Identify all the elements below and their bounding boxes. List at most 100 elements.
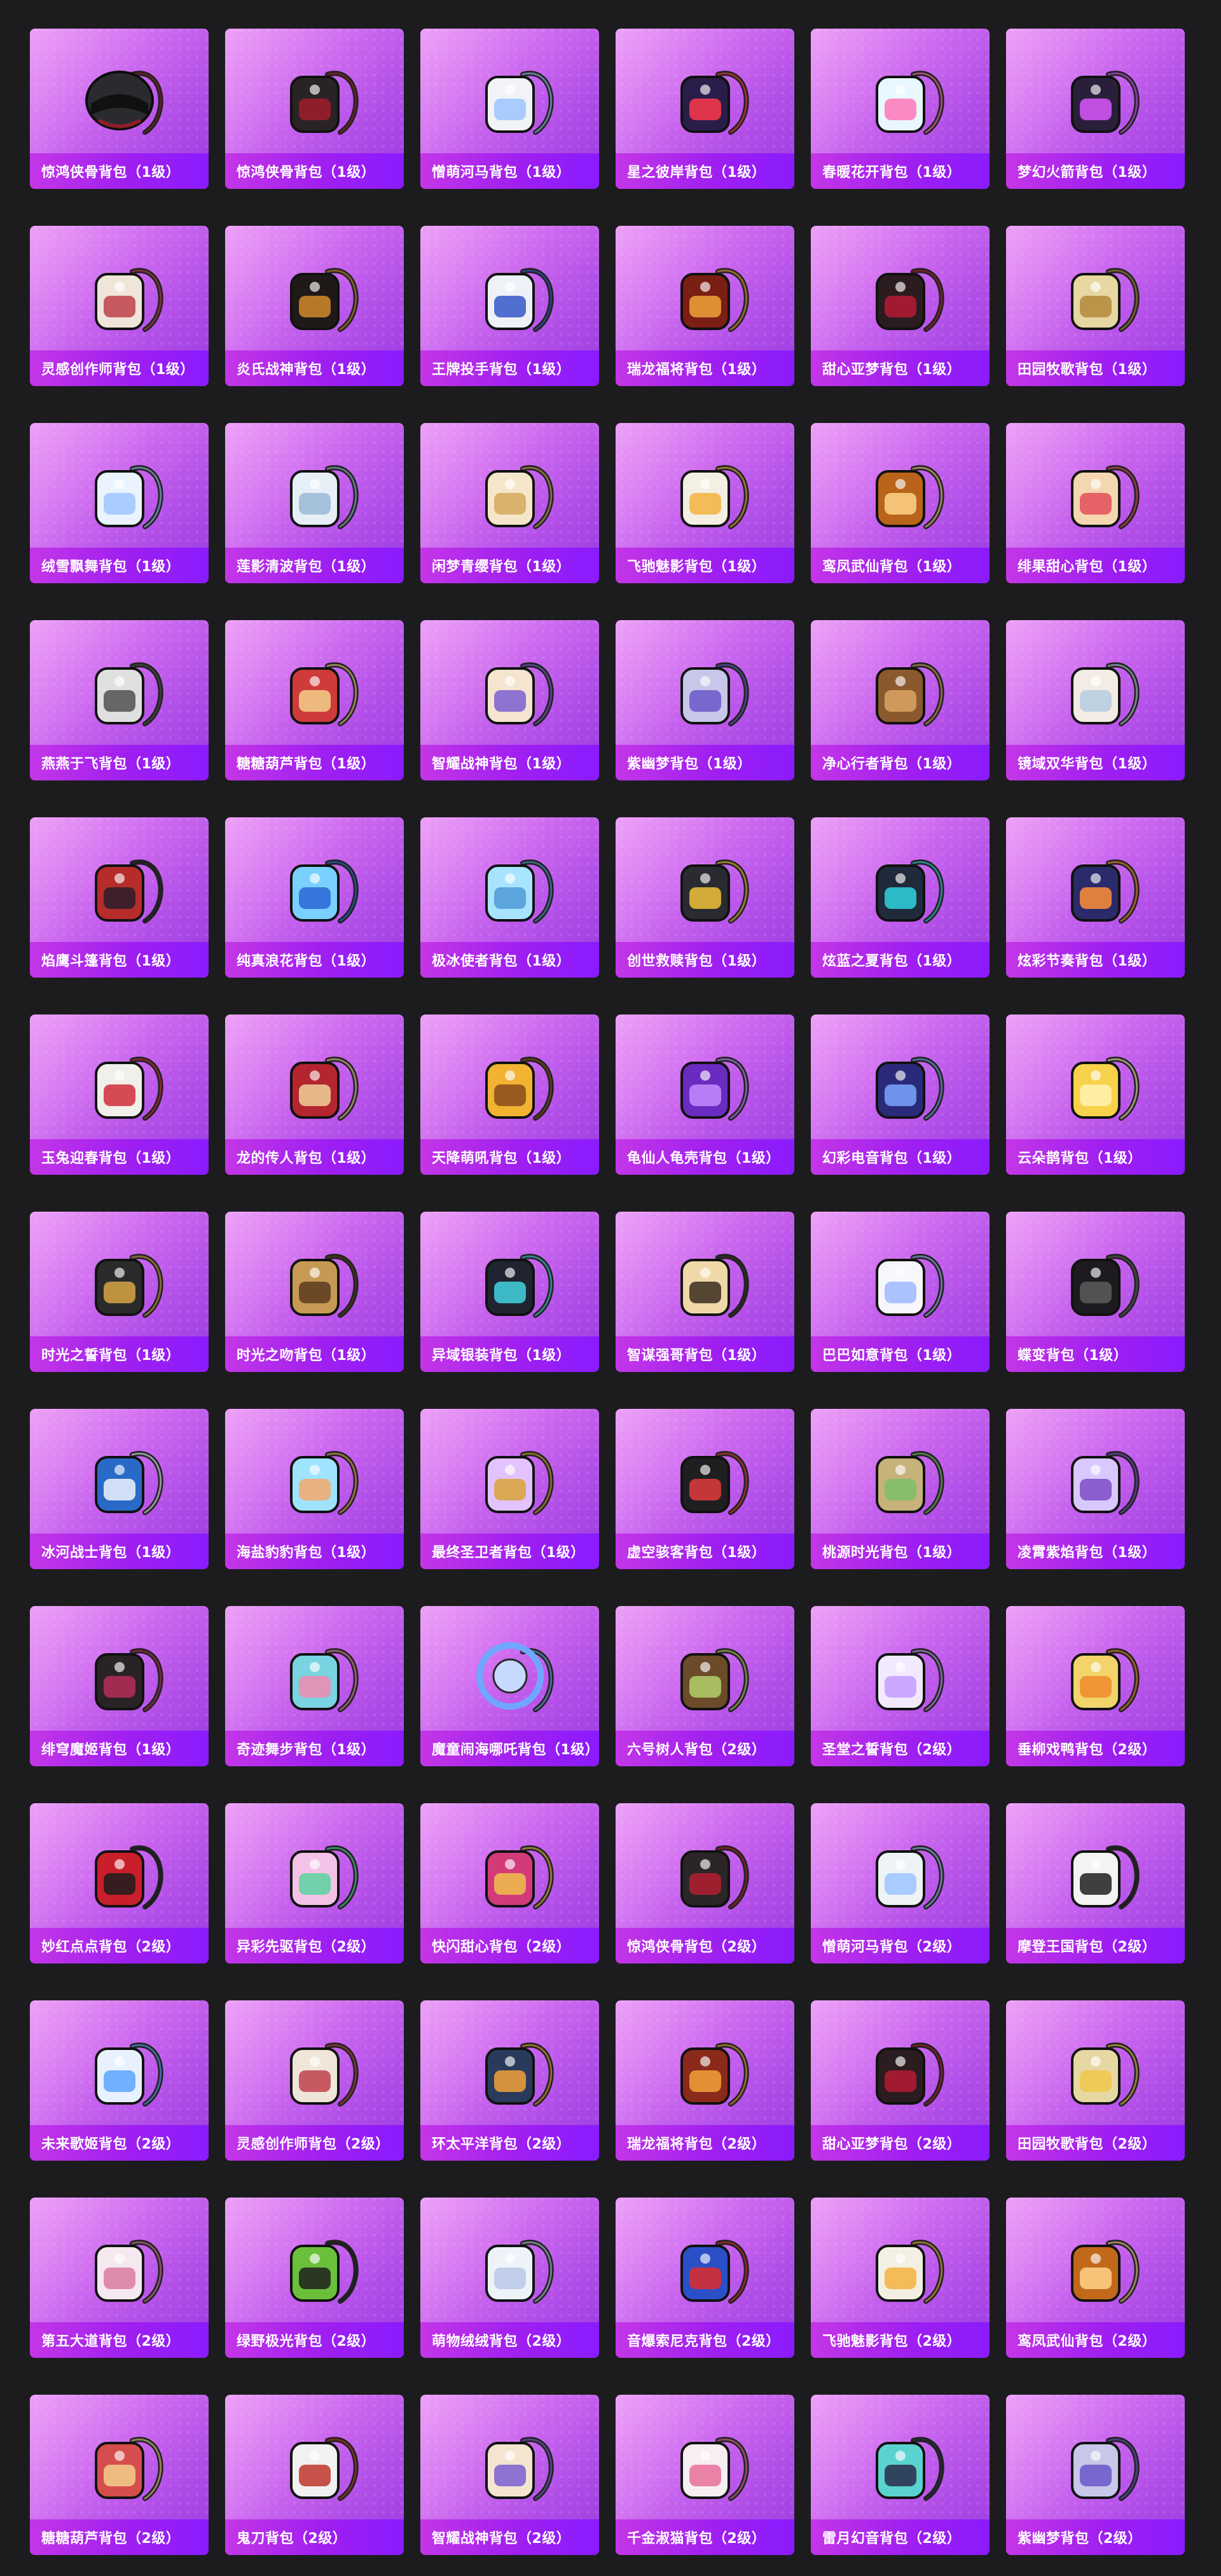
backpack-name: 瑞龙福将背包（1级）: [627, 362, 766, 378]
backpack-card[interactable]: 幻彩电音背包（1级）: [811, 1014, 990, 1175]
backpack-card[interactable]: 虚空骇客背包（1级）: [616, 1409, 794, 1569]
backpack-card[interactable]: 海盐豹豹背包（1级）: [225, 1409, 404, 1569]
backpack-card[interactable]: 飞驰魅影背包（1级）: [616, 423, 794, 583]
backpack-card[interactable]: 摩登王国背包（2级）: [1006, 1803, 1185, 1963]
backpack-card[interactable]: 时光之誓背包（1级）: [30, 1212, 209, 1372]
backpack-card[interactable]: 焰鹰斗篷背包（1级）: [30, 817, 209, 978]
backpack-card[interactable]: 灵感创作师背包（2级）: [225, 2000, 404, 2161]
backpack-card[interactable]: 糖糖葫芦背包（1级）: [225, 620, 404, 780]
galaxy-backpack-icon: [1042, 829, 1150, 937]
backpack-card[interactable]: 炫彩节奏背包（1级）: [1006, 817, 1185, 978]
backpack-label-ribbon: 最终圣卫者背包（1级）: [420, 1534, 599, 1569]
backpack-card[interactable]: 龙的传人背包（1级）: [225, 1014, 404, 1175]
backpack-card[interactable]: 云朵鹊背包（1级）: [1006, 1014, 1185, 1175]
backpack-card[interactable]: 龟仙人龟壳背包（1级）: [616, 1014, 794, 1175]
backpack-card[interactable]: 憎萌河马背包（1级）: [420, 29, 599, 189]
backpack-card[interactable]: 时光之吻背包（1级）: [225, 1212, 404, 1372]
backpack-label-ribbon: 炎氏战神背包（1级）: [225, 350, 404, 386]
backpack-card[interactable]: 萌物绒绒背包（2级）: [420, 2198, 599, 2358]
backpack-name: 春暖花开背包（1级）: [822, 165, 962, 181]
backpack-card[interactable]: 莲影清波背包（1级）: [225, 423, 404, 583]
backpack-card[interactable]: 音爆索尼克背包（2级）: [616, 2198, 794, 2358]
backpack-card[interactable]: 甜心亚梦背包（1级）: [811, 226, 990, 386]
backpack-name: 炫蓝之夏背包（1级）: [822, 953, 962, 969]
backpack-card[interactable]: 第五大道背包（2级）: [30, 2198, 209, 2358]
backpack-card[interactable]: 闲梦青缨背包（1级）: [420, 423, 599, 583]
backpack-card[interactable]: 鬼刀背包（2级）: [225, 2395, 404, 2555]
backpack-card[interactable]: 智耀战神背包（2级）: [420, 2395, 599, 2555]
pocketwatch-backpack-icon: [261, 1223, 369, 1331]
backpack-card[interactable]: 燕燕于飞背包（1级）: [30, 620, 209, 780]
backpack-card[interactable]: 纯真浪花背包（1级）: [225, 817, 404, 978]
backpack-label-ribbon: 第五大道背包（2级）: [30, 2322, 209, 2358]
backpack-card[interactable]: 异域银装背包（1级）: [420, 1212, 599, 1372]
backpack-name: 田园牧歌背包（2级）: [1018, 2136, 1157, 2152]
backpack-card[interactable]: 桃源时光背包（1级）: [811, 1409, 990, 1569]
backpack-card[interactable]: 凌霄紫焰背包（1级）: [1006, 1409, 1185, 1569]
backpack-name: 六号树人背包（2级）: [627, 1742, 766, 1758]
backpack-card[interactable]: 环太平洋背包（2级）: [420, 2000, 599, 2161]
backpack-name: 田园牧歌背包（1级）: [1018, 362, 1157, 378]
backpack-card[interactable]: 冰河战士背包（1级）: [30, 1409, 209, 1569]
backpack-card[interactable]: 灵感创作师背包（1级）: [30, 226, 209, 386]
backpack-label-ribbon: 极冰使者背包（1级）: [420, 942, 599, 978]
backpack-card[interactable]: 六号树人背包（2级）: [616, 1606, 794, 1766]
backpack-card[interactable]: 巴巴如意背包（1级）: [811, 1212, 990, 1372]
backpack-card[interactable]: 净心行者背包（1级）: [811, 620, 990, 780]
backpack-card[interactable]: 圣堂之誓背包（2级）: [811, 1606, 990, 1766]
backpack-card[interactable]: 惊鸿侠骨背包（1级）: [30, 29, 209, 189]
backpack-card[interactable]: 极冰使者背包（1级）: [420, 817, 599, 978]
backpack-card[interactable]: 瑞龙福将背包（2级）: [616, 2000, 794, 2161]
backpack-card[interactable]: 异彩先驱背包（2级）: [225, 1803, 404, 1963]
backpack-name: 异彩先驱背包（2级）: [237, 1939, 376, 1955]
backpack-card[interactable]: 田园牧歌背包（1级）: [1006, 226, 1185, 386]
backpack-name: 纯真浪花背包（1级）: [237, 953, 376, 969]
backpack-label-ribbon: 云朵鹊背包（1级）: [1006, 1139, 1185, 1175]
backpack-card[interactable]: 飞驰魅影背包（2级）: [811, 2198, 990, 2358]
backpack-name: 冰河战士背包（1级）: [41, 1545, 181, 1561]
backpack-name: 萌物绒绒背包（2级）: [432, 2334, 571, 2350]
backpack-card[interactable]: 田园牧歌背包（2级）: [1006, 2000, 1185, 2161]
backpack-card[interactable]: 惊鸿侠骨背包（1级）: [225, 29, 404, 189]
backpack-card[interactable]: 瑞龙福将背包（1级）: [616, 226, 794, 386]
backpack-card[interactable]: 未来歌姬背包（2级）: [30, 2000, 209, 2161]
backpack-card[interactable]: 绯果甜心背包（1级）: [1006, 423, 1185, 583]
backpack-card[interactable]: 紫幽梦背包（1级）: [616, 620, 794, 780]
backpack-card[interactable]: 惊鸿侠骨背包（2级）: [616, 1803, 794, 1963]
backpack-name: 雷月幻音背包（2级）: [822, 2531, 962, 2547]
backpack-card[interactable]: 智耀战神背包（1级）: [420, 620, 599, 780]
backpack-card[interactable]: 糖糖葫芦背包（2级）: [30, 2395, 209, 2555]
backpack-name: 海盐豹豹背包（1级）: [237, 1545, 376, 1561]
backpack-card[interactable]: 炫蓝之夏背包（1级）: [811, 817, 990, 978]
backpack-card[interactable]: 魔童闹海哪吒背包（1级）: [420, 1606, 599, 1766]
backpack-card[interactable]: 蝶变背包（1级）: [1006, 1212, 1185, 1372]
hippo-backpack-icon: [846, 1815, 955, 1923]
backpack-card[interactable]: 垂柳戏鸭背包（2级）: [1006, 1606, 1185, 1766]
backpack-card[interactable]: 最终圣卫者背包（1级）: [420, 1409, 599, 1569]
backpack-card[interactable]: 创世救赎背包（1级）: [616, 817, 794, 978]
backpack-card[interactable]: 玉兔迎春背包（1级）: [30, 1014, 209, 1175]
backpack-card[interactable]: 妙红点点背包（2级）: [30, 1803, 209, 1963]
backpack-card[interactable]: 王牌投手背包（1级）: [420, 226, 599, 386]
backpack-card[interactable]: 千金淑猫背包（2级）: [616, 2395, 794, 2555]
backpack-card[interactable]: 智谋强哥背包（1级）: [616, 1212, 794, 1372]
backpack-card[interactable]: 鸾凤武仙背包（1级）: [811, 423, 990, 583]
backpack-card[interactable]: 鸾凤武仙背包（2级）: [1006, 2198, 1185, 2358]
backpack-card[interactable]: 绿野极光背包（2级）: [225, 2198, 404, 2358]
backpack-card[interactable]: 镜域双华背包（1级）: [1006, 620, 1185, 780]
backpack-card[interactable]: 绒雪飘舞背包（1级）: [30, 423, 209, 583]
backpack-card[interactable]: 炎氏战神背包（1级）: [225, 226, 404, 386]
backpack-card[interactable]: 快闪甜心背包（2级）: [420, 1803, 599, 1963]
backpack-card[interactable]: 甜心亚梦背包（2级）: [811, 2000, 990, 2161]
backpack-card[interactable]: 绯穹魔姬背包（1级）: [30, 1606, 209, 1766]
backpack-card[interactable]: 天降萌吼背包（1级）: [420, 1014, 599, 1175]
backpack-card[interactable]: 星之彼岸背包（1级）: [616, 29, 794, 189]
plush-backpack-icon: [456, 2209, 564, 2317]
backpack-name: 绯果甜心背包（1级）: [1018, 559, 1157, 575]
backpack-card[interactable]: 奇迹舞步背包（1级）: [225, 1606, 404, 1766]
backpack-card[interactable]: 春暖花开背包（1级）: [811, 29, 990, 189]
backpack-card[interactable]: 憎萌河马背包（2级）: [811, 1803, 990, 1963]
backpack-card[interactable]: 紫幽梦背包（2级）: [1006, 2395, 1185, 2555]
backpack-card[interactable]: 梦幻火箭背包（1级）: [1006, 29, 1185, 189]
backpack-card[interactable]: 雷月幻音背包（2级）: [811, 2395, 990, 2555]
